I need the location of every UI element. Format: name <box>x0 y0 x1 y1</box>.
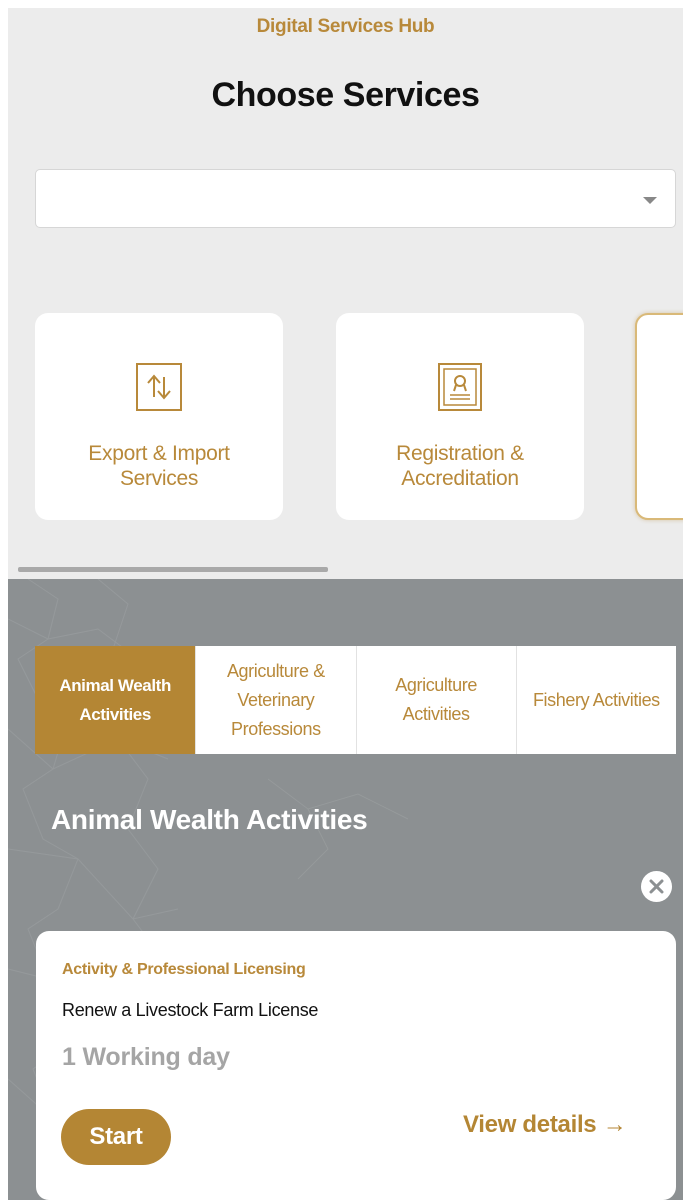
start-button[interactable]: Start <box>61 1109 171 1165</box>
certificate-icon <box>436 362 484 412</box>
view-details-link[interactable]: View details → <box>463 1111 627 1139</box>
service-name: Renew a Livestock Farm License <box>62 1000 319 1020</box>
category-card-export-import[interactable]: Export & Import Services <box>35 313 283 520</box>
hub-title: Digital Services Hub <box>256 16 435 37</box>
services-header-section: Digital Services Hub Choose Services Exp… <box>8 8 683 579</box>
page: Digital Services Hub Choose Services Exp… <box>8 8 683 1200</box>
service-duration: 1 Working day <box>62 1043 230 1071</box>
activity-tabs: Animal Wealth Activities Agriculture & V… <box>35 646 676 754</box>
chevron-down-icon <box>643 197 657 204</box>
category-label: Registration & Accreditation <box>396 442 524 490</box>
close-button[interactable] <box>641 871 672 902</box>
service-category: Activity & Professional Licensing <box>62 961 306 978</box>
tab-agriculture-activities[interactable]: Agriculture Activities <box>355 646 516 754</box>
tab-fishery-activities[interactable]: Fishery Activities <box>515 646 676 754</box>
export-import-icon <box>135 362 183 412</box>
category-card-registration-accreditation[interactable]: Registration & Accreditation <box>336 313 584 520</box>
category-label: Export & Import Services <box>88 442 230 490</box>
category-card-partial[interactable] <box>635 313 683 520</box>
services-list-section: Animal Wealth Activities Agriculture & V… <box>8 579 683 1200</box>
page-title: Choose Services <box>211 76 480 114</box>
service-select[interactable] <box>35 169 676 228</box>
horizontal-scrollbar[interactable] <box>18 567 328 572</box>
tab-agriculture-veterinary-professions[interactable]: Agriculture & Veterinary Professions <box>195 646 356 754</box>
tab-animal-wealth-activities[interactable]: Animal Wealth Activities <box>35 646 196 754</box>
close-icon <box>649 879 664 894</box>
service-card: Activity & Professional Licensing Renew … <box>36 931 676 1200</box>
section-title: Animal Wealth Activities <box>51 804 368 835</box>
